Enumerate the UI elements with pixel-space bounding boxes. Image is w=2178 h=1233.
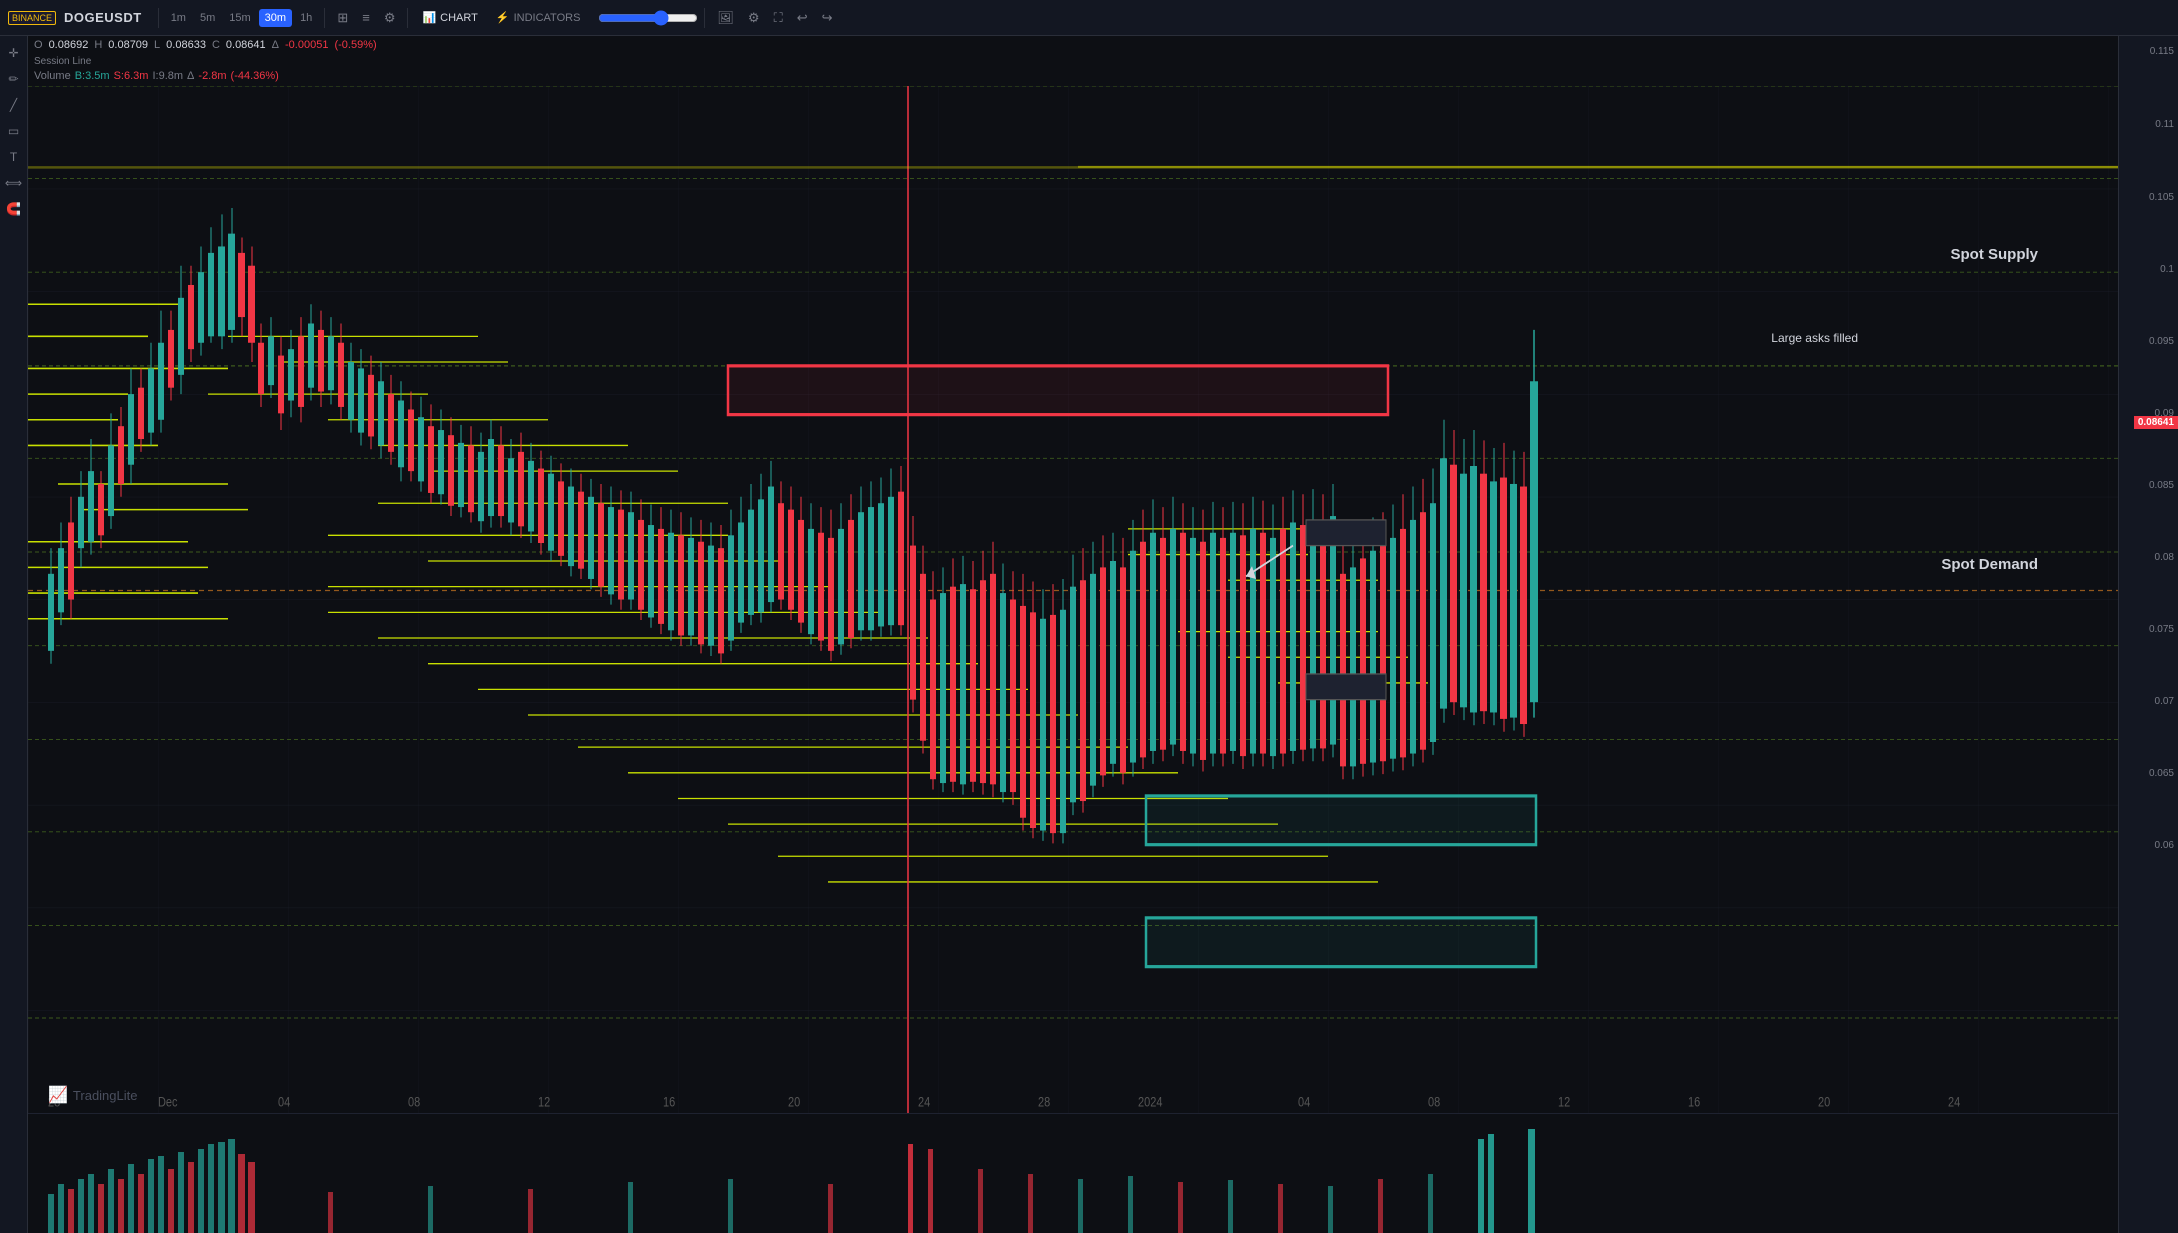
price-0070: 0.07 xyxy=(2155,696,2174,707)
volume-label: Volume xyxy=(34,70,71,82)
indicators-btn[interactable]: ⚡ INDICATORS xyxy=(488,8,589,27)
volume-delta-pct: (-44.36%) xyxy=(231,70,279,82)
svg-text:04: 04 xyxy=(278,1094,290,1110)
svg-text:24: 24 xyxy=(918,1094,930,1110)
tf-30m[interactable]: 30m xyxy=(259,9,292,27)
low-label: L xyxy=(154,39,160,51)
price-0105: 0.105 xyxy=(2149,192,2174,203)
price-0115: 0.115 xyxy=(2150,46,2174,57)
crosshair-tool[interactable]: ✛ xyxy=(3,42,25,64)
line-tool[interactable]: ╱ xyxy=(3,94,25,116)
tf-15m[interactable]: 15m xyxy=(223,9,256,27)
fullscreen-btn[interactable]: ⛶ xyxy=(768,7,789,29)
svg-text:12: 12 xyxy=(538,1094,550,1110)
forward-btn[interactable]: ↪ xyxy=(816,7,839,29)
tf-1h[interactable]: 1h xyxy=(294,9,318,27)
tf-1m[interactable]: 1m xyxy=(165,9,192,27)
screenshot-btn[interactable]: 🖼 xyxy=(711,7,740,29)
volume-s: S:6.3m xyxy=(114,70,149,82)
svg-text:Dec: Dec xyxy=(158,1094,178,1110)
open-value: 0.08692 xyxy=(49,39,89,51)
high-label: H xyxy=(94,39,102,51)
replay-slider[interactable] xyxy=(598,10,698,26)
price-current: 0.08641 xyxy=(2134,416,2178,429)
svg-text:20: 20 xyxy=(1818,1094,1830,1110)
settings-btn[interactable]: ⚙ xyxy=(742,7,766,29)
close-value: 0.08641 xyxy=(226,39,266,51)
toolbar: BINANCE DOGEUSDT 1m 5m 15m 30m 1h ⊞ ≡ ⚙ … xyxy=(0,0,2178,36)
draw-tool[interactable]: ✏ xyxy=(3,68,25,90)
delta-pct: (-0.59%) xyxy=(334,39,376,51)
separator-3 xyxy=(407,8,408,28)
chart-menu-btn[interactable]: 📊 CHART xyxy=(414,8,485,27)
svg-text:16: 16 xyxy=(1688,1094,1700,1110)
svg-text:04: 04 xyxy=(1298,1094,1310,1110)
svg-text:12: 12 xyxy=(1558,1094,1570,1110)
open-label: O xyxy=(34,39,43,51)
price-axis: 0.115 0.11 0.105 0.1 0.095 0.09 0.085 0.… xyxy=(2118,36,2178,1233)
svg-text:16: 16 xyxy=(663,1094,675,1110)
indicators-icon: ⚡ xyxy=(496,11,510,24)
price-0085: 0.085 xyxy=(2149,480,2174,491)
ohlc-bar: O 0.08692 H 0.08709 L 0.08633 C 0.08641 … xyxy=(28,36,2118,54)
chart-icon: 📊 xyxy=(422,11,436,24)
price-0110: 0.11 xyxy=(2155,119,2174,130)
volume-delta-label: Δ xyxy=(187,70,194,82)
magnet-tool[interactable]: 🧲 xyxy=(3,198,25,220)
price-0075: 0.075 xyxy=(2149,624,2174,635)
close-label: C xyxy=(212,39,220,51)
svg-text:08: 08 xyxy=(1428,1094,1440,1110)
back-btn[interactable]: ↩ xyxy=(791,7,814,29)
separator-4 xyxy=(704,8,705,28)
separator-2 xyxy=(324,8,325,28)
chart-type-candlestick[interactable]: ⊞ xyxy=(331,7,354,29)
chart-type-bar[interactable]: ≡ xyxy=(356,7,376,28)
chart-label: CHART xyxy=(440,12,478,24)
price-chart[interactable]: 28 Dec 04 08 12 16 20 24 28 2024 04 08 1… xyxy=(28,86,2118,1113)
volume-b: B:3.5m xyxy=(75,70,110,82)
separator-1 xyxy=(158,8,159,28)
left-toolbar: ✛ ✏ ╱ ▭ T ⟺ 🧲 xyxy=(0,36,28,1233)
text-tool[interactable]: T xyxy=(3,146,25,168)
price-0095: 0.095 xyxy=(2149,336,2174,347)
chart-container[interactable]: O 0.08692 H 0.08709 L 0.08633 C 0.08641 … xyxy=(28,36,2118,1233)
exchange-badge: BINANCE xyxy=(8,11,56,25)
svg-text:08: 08 xyxy=(408,1094,420,1110)
delta-label: Δ xyxy=(272,39,279,51)
volume-bar: Volume B:3.5m S:6.3m I:9.8m Δ -2.8m (-44… xyxy=(28,68,2118,84)
high-value: 0.08709 xyxy=(108,39,148,51)
price-0080: 0.08 xyxy=(2155,552,2174,563)
rect-tool[interactable]: ▭ xyxy=(3,120,25,142)
delta-value: -0.00051 xyxy=(285,39,328,51)
tradinglite-logo: 📈 TradingLite xyxy=(48,1085,137,1105)
svg-text:24: 24 xyxy=(1948,1094,1960,1110)
price-0100: 0.1 xyxy=(2160,264,2174,275)
price-0060: 0.06 xyxy=(2155,840,2174,851)
svg-text:20: 20 xyxy=(788,1094,800,1110)
svg-text:2024: 2024 xyxy=(1138,1094,1162,1110)
chart-settings-btn[interactable]: ⚙ xyxy=(378,7,402,29)
replay-controls xyxy=(598,10,698,26)
volume-total: I:9.8m xyxy=(152,70,183,82)
tradinglite-name: TradingLite xyxy=(73,1088,138,1103)
indicators-label: INDICATORS xyxy=(514,12,581,24)
svg-text:28: 28 xyxy=(1038,1094,1050,1110)
measure-tool[interactable]: ⟺ xyxy=(3,172,25,194)
tradinglite-icon: 📈 xyxy=(48,1085,68,1105)
price-0065: 0.065 xyxy=(2149,768,2174,779)
volume-panel xyxy=(28,1113,2118,1233)
tf-5m[interactable]: 5m xyxy=(194,9,221,27)
session-line-label: Session Line xyxy=(34,56,91,67)
low-value: 0.08633 xyxy=(166,39,206,51)
volume-delta: -2.8m xyxy=(198,70,226,82)
symbol-label: DOGEUSDT xyxy=(64,10,142,25)
